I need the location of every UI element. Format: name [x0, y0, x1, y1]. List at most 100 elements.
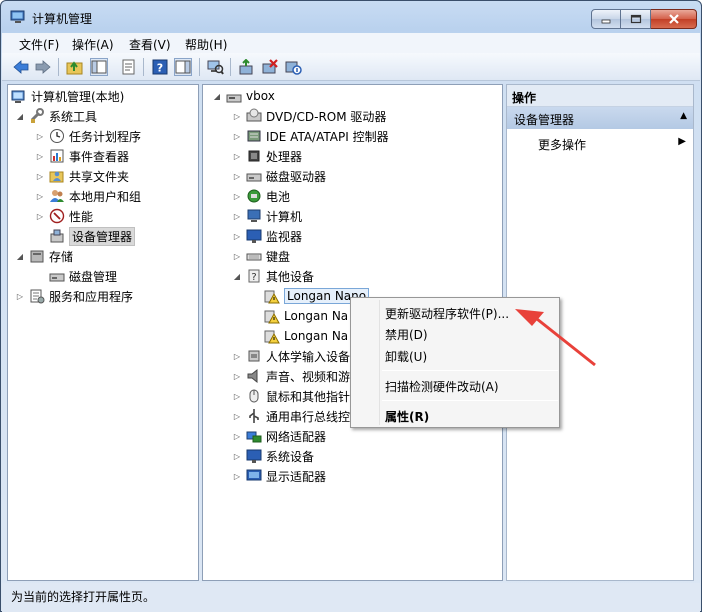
tree-item-local-users[interactable]: ▷ 本地用户和组	[35, 186, 141, 206]
expand-arrow-icon[interactable]: ▷	[232, 132, 242, 141]
keyboard-icon	[246, 248, 262, 264]
expand-arrow-icon[interactable]: ▷	[232, 452, 242, 461]
menu-uninstall[interactable]: 卸载(U)	[385, 348, 427, 365]
menu-help[interactable]: 帮助(H)	[185, 36, 227, 53]
computer-management-window: 计算机管理 文件(F) 操作(A) 查看(V) 帮助(H) ? 计算机管理(本地…	[0, 0, 702, 612]
show-hide-tree-button[interactable]	[90, 58, 108, 76]
tree-item-performance[interactable]: ▷ 性能	[35, 206, 93, 226]
minimize-button[interactable]	[591, 9, 621, 29]
more-actions-item[interactable]: 更多操作 ▶	[507, 133, 693, 153]
collapse-arrow-icon[interactable]: ◢	[15, 112, 25, 121]
device-category-label: 其他设备	[266, 269, 315, 284]
tree-item-device-manager[interactable]: 设备管理器	[49, 226, 136, 246]
update-driver-button[interactable]	[238, 58, 256, 76]
device-category[interactable]: ▷ 通用串行总线控	[232, 406, 350, 426]
expand-arrow-icon[interactable]: ▷	[232, 232, 242, 241]
actions-section-label: 设备管理器	[514, 113, 575, 127]
device-category[interactable]: ▷ 电池	[232, 186, 290, 206]
menu-action[interactable]: 操作(A)	[72, 36, 114, 53]
expand-arrow-icon[interactable]: ▷	[232, 352, 242, 361]
device-item-longan-nano[interactable]: Longan Na	[264, 326, 348, 346]
forward-button[interactable]	[34, 58, 52, 76]
expand-arrow-icon[interactable]: ▷	[232, 472, 242, 481]
maximize-button[interactable]	[621, 9, 651, 29]
clock-icon	[49, 128, 65, 144]
tree-item-disk-management[interactable]: 磁盘管理	[49, 266, 117, 286]
actions-section-device-manager[interactable]: 设备管理器 ▲	[507, 107, 693, 129]
expand-arrow-icon[interactable]: ▷	[232, 432, 242, 441]
collapse-arrow-icon[interactable]: ◢	[232, 272, 242, 281]
collapse-arrow-icon[interactable]: ◢	[212, 92, 222, 101]
device-category[interactable]: ▷ 网络适配器	[232, 426, 326, 446]
dvd-drive-icon	[246, 108, 262, 124]
close-button[interactable]	[651, 9, 697, 29]
uninstall-device-icon	[262, 59, 278, 74]
computer-icon	[246, 208, 262, 224]
tree-item-storage[interactable]: ◢ 存储	[15, 246, 73, 266]
expand-arrow-icon[interactable]: ▷	[35, 172, 45, 181]
properties-toolbar-button[interactable]	[119, 58, 137, 76]
collapse-up-icon[interactable]: ▲	[680, 111, 687, 121]
up-level-button[interactable]	[66, 58, 84, 76]
help-button[interactable]: ?	[151, 58, 169, 76]
show-action-pane-button[interactable]	[174, 58, 192, 76]
menu-disable[interactable]: 禁用(D)	[385, 326, 428, 343]
device-category[interactable]: ▷ 鼠标和其他指针	[232, 386, 350, 406]
expand-arrow-icon[interactable]: ▷	[232, 152, 242, 161]
scan-hardware-button[interactable]	[206, 58, 224, 76]
expand-arrow-icon[interactable]: ▷	[35, 192, 45, 201]
system-devices-icon	[246, 448, 262, 464]
device-category[interactable]: ▷ IDE ATA/ATAPI 控制器	[232, 126, 389, 146]
tree-item-services-apps[interactable]: ▷ 服务和应用程序	[15, 286, 133, 306]
tree-item-label: 设备管理器	[69, 226, 136, 246]
computer-management-icon	[11, 88, 27, 104]
expand-arrow-icon[interactable]: ▷	[232, 252, 242, 261]
tree-root-label: 计算机管理(本地)	[31, 89, 125, 104]
actions-header: 操作	[507, 85, 693, 107]
tree-item-shared-folders[interactable]: ▷ 共享文件夹	[35, 166, 129, 186]
device-category[interactable]: ▷ 磁盘驱动器	[232, 166, 326, 186]
expand-arrow-icon[interactable]: ▷	[232, 372, 242, 381]
device-category[interactable]: ▷ 人体学输入设备	[232, 346, 350, 366]
device-category-label: IDE ATA/ATAPI 控制器	[266, 129, 389, 144]
device-category[interactable]: ▷ 系统设备	[232, 446, 314, 466]
expand-arrow-icon[interactable]: ▷	[232, 192, 242, 201]
device-tree-root[interactable]: ◢ vbox	[212, 86, 275, 106]
uninstall-device-button[interactable]	[261, 58, 279, 76]
tree-item-system-tools[interactable]: ◢ 系统工具	[15, 106, 97, 126]
device-category-other[interactable]: ◢ ? 其他设备	[232, 266, 314, 286]
menu-properties[interactable]: 属性(R)	[385, 408, 429, 425]
menu-update-driver[interactable]: 更新驱动程序软件(P)...	[385, 305, 509, 322]
title-bar[interactable]: 计算机管理	[1, 1, 701, 33]
device-category[interactable]: ▷ 计算机	[232, 206, 302, 226]
device-category[interactable]: ▷ 处理器	[232, 146, 302, 166]
tree-item-event-viewer[interactable]: ▷ 事件查看器	[35, 146, 129, 166]
expand-arrow-icon[interactable]: ▷	[15, 292, 25, 301]
collapse-arrow-icon[interactable]: ◢	[15, 252, 25, 261]
expand-arrow-icon[interactable]: ▷	[35, 212, 45, 221]
expand-arrow-icon[interactable]: ▷	[232, 172, 242, 181]
expand-arrow-icon[interactable]: ▷	[232, 392, 242, 401]
toolbox-icon	[29, 108, 45, 124]
menu-file[interactable]: 文件(F)	[19, 36, 59, 53]
device-category[interactable]: ▷ 显示适配器	[232, 466, 326, 486]
device-category[interactable]: ▷ 监视器	[232, 226, 302, 246]
device-category[interactable]: ▷ 声音、视频和游	[232, 366, 350, 386]
expand-arrow-icon[interactable]: ▷	[232, 412, 242, 421]
device-category[interactable]: ▷ 键盘	[232, 246, 290, 266]
tree-root[interactable]: 计算机管理(本地)	[11, 86, 124, 106]
menu-scan-hardware[interactable]: 扫描检测硬件改动(A)	[385, 378, 499, 395]
expand-arrow-icon[interactable]: ▷	[232, 112, 242, 121]
expand-arrow-icon[interactable]: ▷	[232, 212, 242, 221]
expand-arrow-icon[interactable]: ▷	[35, 152, 45, 161]
disable-device-button[interactable]	[284, 58, 302, 76]
back-button[interactable]	[12, 58, 30, 76]
usb-icon	[246, 408, 262, 424]
device-category-label: 鼠标和其他指针	[266, 389, 351, 404]
menu-view[interactable]: 查看(V)	[129, 36, 171, 53]
device-category[interactable]: ▷ DVD/CD-ROM 驱动器	[232, 106, 386, 126]
tree-item-task-scheduler[interactable]: ▷ 任务计划程序	[35, 126, 141, 146]
device-item-longan-nano[interactable]: Longan Na	[264, 306, 348, 326]
event-viewer-icon	[49, 148, 65, 164]
expand-arrow-icon[interactable]: ▷	[35, 132, 45, 141]
